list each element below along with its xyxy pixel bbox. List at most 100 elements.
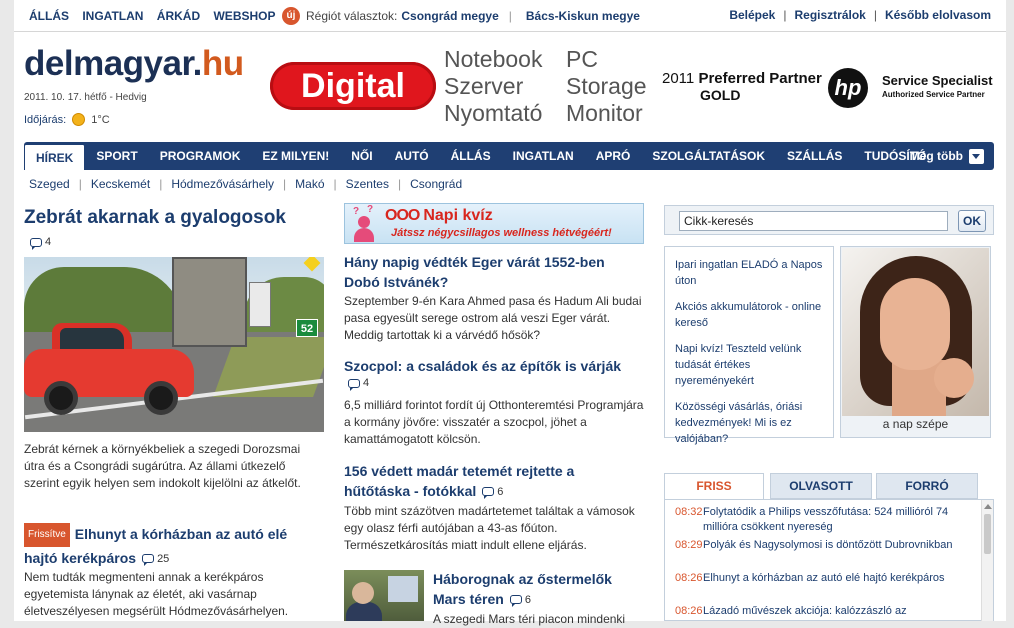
top-nav-item-webshop[interactable]: WEBSHOP [213, 9, 275, 23]
comment-count-link[interactable]: 6 [509, 590, 531, 610]
comment-count-link[interactable]: 25 [142, 548, 169, 570]
search-input[interactable] [679, 211, 948, 231]
nav-item-szallas[interactable]: SZÁLLÁS [776, 142, 853, 170]
scrollbar[interactable] [981, 500, 993, 621]
site-logo[interactable]: delmagyar.hu [24, 44, 244, 84]
banner-product: Monitor [566, 100, 643, 126]
car-wheel [144, 381, 178, 415]
tab-friss[interactable]: FRISS [664, 473, 764, 500]
top-nav-item-allas[interactable]: ÁLLÁS [29, 9, 69, 23]
weather-temp: 1°C [91, 113, 110, 126]
comment-icon [348, 378, 360, 391]
beauty-photo [842, 248, 989, 416]
list-item[interactable]: 08:26 Elhunyt a kórházban az autó elé haj… [675, 571, 975, 586]
nav-item-programok[interactable]: PROGRAMOK [149, 142, 252, 170]
logo-main: delmagyar. [24, 44, 202, 83]
article-title-text: Szocpol: a családok és az építők is várj… [344, 358, 622, 374]
article-title[interactable]: Frissítve Elhunyt a kórházban az autó elé… [24, 523, 324, 570]
thumb-person-head [352, 582, 374, 604]
promo-link[interactable]: Közösségi vásárlás, óriási kedvezmények!… [675, 399, 830, 447]
nav-item-auto[interactable]: AUTÓ [384, 142, 440, 170]
city-link-csongrad[interactable]: Csongrád [410, 177, 462, 191]
quiz-title-text: Napi kvíz [423, 207, 493, 224]
city-link-kecskemet[interactable]: Kecskemét [91, 177, 150, 191]
promo-box: Ipari ingatlan ELADÓ a Napos úton Akciós… [664, 246, 834, 445]
city-link-hodmezovasarhely[interactable]: Hódmezővásárhely [171, 177, 274, 191]
read-later-link[interactable]: Később elolvasom [885, 8, 991, 22]
list-item[interactable]: 08:32 Folytatódik a Philips vesszőfutása:… [675, 505, 975, 535]
comment-count-link[interactable]: 4 [348, 377, 370, 391]
divider: | [873, 8, 877, 22]
article-title[interactable]: Hány napig védték Eger várát 1552-ben Do… [344, 252, 644, 292]
register-link[interactable]: Regisztrálok [794, 8, 865, 22]
lead-comment-count[interactable]: 4 [30, 236, 51, 250]
article-title[interactable]: 156 védett madár tetemét rejtette a hűtő… [344, 461, 644, 502]
article-title[interactable]: Szocpol: a családok és az építők is várj… [344, 356, 644, 376]
updated-badge: Frissítve [24, 523, 70, 547]
nav-item-ez-milyen[interactable]: EZ MILYEN! [251, 142, 340, 170]
article-summary: 6,5 milliárd forintot fordít új Otthonte… [344, 398, 644, 446]
nav-item-szolgaltatasok[interactable]: SZOLGÁLTATÁSOK [641, 142, 776, 170]
beauty-caption: a nap szépe [882, 417, 949, 431]
list-item[interactable]: 08:29 Polyák és Nagysolymosi is döntőzött… [675, 538, 975, 553]
top-nav-item-arkad[interactable]: ÁRKÁD [157, 9, 200, 23]
lead-article-image[interactable]: 52 [24, 257, 324, 432]
quiz-title: OOO Napi kvíz [385, 207, 493, 225]
promo-link[interactable]: Ipari ingatlan ELADÓ a Napos úton [675, 257, 830, 289]
nav-item-apro[interactable]: APRÓ [585, 142, 642, 170]
region-option-bacs-kiskun[interactable]: Bács-Kiskun megye [526, 9, 640, 23]
scrollbar-thumb[interactable] [984, 514, 991, 554]
lead-article-title[interactable]: Zebrát akarnak a gyalogosok [24, 207, 286, 229]
sun-icon [72, 113, 86, 126]
ad-banner[interactable]: Digital Notebook Szerver Nyomtató PC Sto… [268, 44, 994, 130]
promo-link[interactable]: Akciós akkumulátorok - online kereső [675, 299, 830, 331]
city-link-szentes[interactable]: Szentes [346, 177, 389, 191]
image-truck [249, 282, 271, 327]
article-summary: Nem tudták megmenteni annak a kerékpáros… [24, 570, 289, 618]
beauty-of-the-day[interactable]: a nap szépe [840, 246, 991, 438]
search-button[interactable]: OK [958, 210, 986, 232]
banner-product: PC [566, 46, 598, 72]
scroll-up-icon[interactable] [984, 504, 992, 509]
divider: | [783, 8, 787, 22]
nav-item-ingatlan[interactable]: INGATLAN [502, 142, 585, 170]
banner-product: Storage [566, 73, 647, 99]
city-link-szeged[interactable]: Szeged [29, 177, 70, 191]
tab-olvasott[interactable]: OLVASOTT [770, 473, 872, 499]
promo-link[interactable]: Napi kvíz! Teszteld velünk tudását érték… [675, 341, 830, 389]
partner-level: GOLD [700, 87, 741, 103]
comment-icon [30, 237, 42, 250]
list-item[interactable]: 08:26 Lázadó művészek akciója: kalózzászl… [675, 604, 975, 619]
photo-face [880, 278, 950, 370]
weather[interactable]: Időjárás: 1°C [24, 113, 110, 126]
tab-forro[interactable]: FORRÓ [876, 473, 978, 499]
region-option-csongrad[interactable]: Csongrád megye [401, 9, 498, 23]
comment-count-link[interactable]: 6 [482, 482, 503, 502]
region-selector: új Régiót választok: Csongrád megye | Bá… [282, 7, 640, 25]
article-title[interactable]: Háborognak az őstermelők Mars téren 6 [433, 569, 644, 610]
city-link-mako[interactable]: Makó [295, 177, 324, 191]
chevron-down-icon [969, 148, 984, 164]
banner-products-1: Notebook Szerver Nyomtató [444, 46, 542, 127]
comment-count: 4 [363, 377, 370, 389]
nav-item-noi[interactable]: NŐI [340, 142, 383, 170]
article-thumbnail[interactable] [344, 570, 424, 621]
nav-item-allas[interactable]: ÁLLÁS [440, 142, 502, 170]
more-menu-button[interactable]: Még több [910, 142, 984, 170]
nav-item-hirek[interactable]: HÍREK [24, 144, 86, 170]
image-red-car [24, 319, 194, 419]
login-link[interactable]: Belépek [729, 8, 775, 22]
comment-count: 25 [157, 552, 170, 565]
nav-item-sport[interactable]: SPORT [85, 142, 148, 170]
article-search: OK [664, 205, 994, 235]
comment-count: 6 [524, 593, 531, 606]
quiz-subtitle: Játssz négycsillagos wellness hétvégéért… [391, 227, 612, 239]
digital-logo: Digital [270, 62, 436, 110]
user-links: Belépek | Regisztrálok | Később elolvasom [729, 8, 991, 22]
article-summary: A szegedi Mars téri piacon mindenki [433, 612, 626, 626]
top-nav-item-ingatlan[interactable]: INGATLAN [82, 9, 143, 23]
service-subtitle: Authorized Service Partner [882, 90, 985, 99]
daily-quiz-banner[interactable]: ? ? OOO Napi kvíz Játssz négycsillagos we… [344, 203, 644, 244]
divider: | [78, 177, 82, 191]
city-nav: Szeged | Kecskemét | Hódmezővásárhely | Makó | S… [29, 177, 462, 191]
